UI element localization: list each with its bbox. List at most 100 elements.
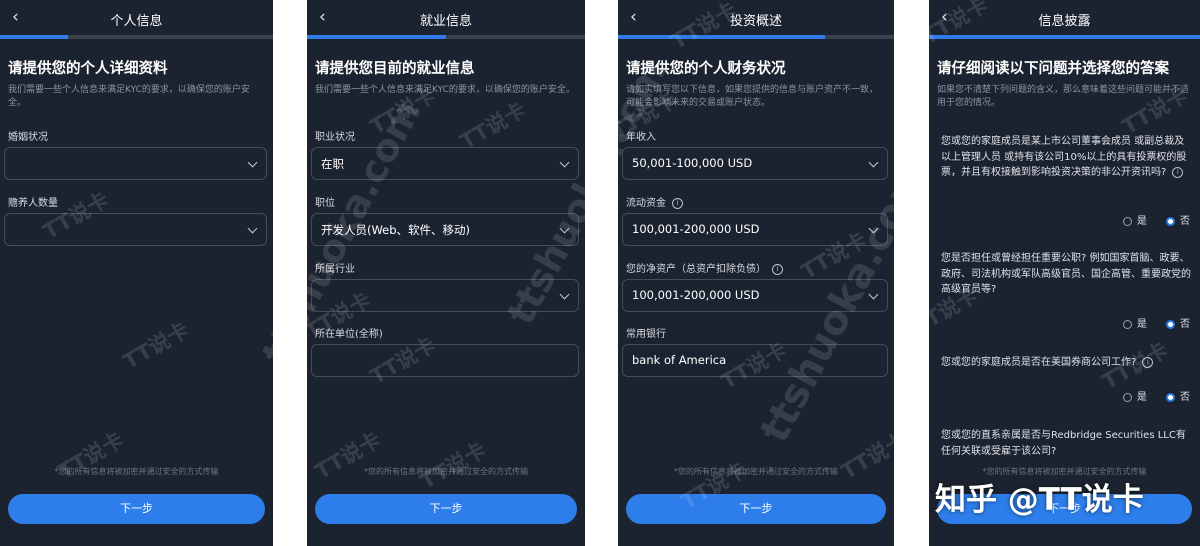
progress-fill	[0, 35, 69, 39]
page-title: 就业信息	[419, 14, 472, 29]
industry-select[interactable]	[311, 279, 579, 312]
radio-circle-selected	[1166, 216, 1175, 226]
page-title: 投资概述	[729, 14, 782, 29]
intro-text: 我们需要一些个人信息来满足KYC的要求，以确保您的账户安全。	[315, 85, 575, 95]
radio-circle-selected	[1166, 392, 1175, 402]
chevron-down-icon	[247, 157, 258, 168]
radio-yes[interactable]: 是	[1122, 392, 1147, 403]
screen-disclosure: ‹ 信息披露 请仔细阅读以下问题并选择您的答案 如果您不清楚下列问题的含义，那么…	[929, 0, 1200, 546]
progress-fill	[929, 35, 1200, 39]
screen-employment-info: ‹ 就业信息 请提供您目前的就业信息 我们需要一些个人信息来满足KYC的要求，以…	[307, 0, 585, 546]
nav-bar: ‹ 投资概述	[618, 0, 894, 36]
radio-no[interactable]: 否	[1166, 319, 1190, 330]
progress-fill	[307, 35, 446, 39]
bank-input[interactable]: bank of America	[622, 344, 888, 377]
select-value: 100,001-200,000 USD	[632, 222, 760, 236]
progress-fill	[618, 35, 825, 39]
nav-bar: ‹ 信息披露	[929, 0, 1200, 36]
next-button[interactable]: 下一步	[8, 494, 265, 524]
chevron-down-icon	[868, 223, 879, 234]
source-credit: 知乎 @TT说卡	[935, 482, 1144, 518]
intro-text: 请如实填写您以下信息，如果您提供的信息与账户资产不一致，可能会影响未来的交易或账…	[626, 85, 879, 108]
select-value: 100,001-200,000 USD	[632, 288, 760, 302]
chevron-down-icon	[559, 223, 570, 234]
radio-yes-label: 是	[1136, 392, 1147, 403]
radio-yes-label: 是	[1136, 319, 1147, 330]
liquid-assets-select[interactable]: 100,001-200,000 USD	[622, 213, 888, 246]
field-label: 所属行业	[315, 264, 355, 275]
section-heading: 请仔细阅读以下问题并选择您的答案	[937, 61, 1169, 77]
next-button[interactable]: 下一步	[315, 494, 577, 524]
question-text: 您或您的家庭成员是否在美国券商公司工作? i	[941, 355, 1192, 371]
employment-status-select[interactable]: 在职	[311, 147, 579, 180]
radio-yes[interactable]: 是	[1122, 216, 1147, 227]
radio-no-label: 否	[1180, 319, 1190, 330]
radio-yes-label: 是	[1136, 216, 1147, 227]
field-label-wrap: 您的净资产（总资产扣除负债） i	[626, 260, 783, 275]
progress-bar	[0, 35, 273, 39]
section-heading: 请提供您的个人详细资料	[8, 61, 168, 77]
field-label: 您的净资产（总资产扣除负债）	[626, 264, 766, 275]
field-label: 所在单位(全称)	[315, 329, 383, 340]
radio-yes[interactable]: 是	[1122, 319, 1147, 330]
field-label: 流动资金	[626, 198, 666, 209]
section-heading: 请提供您目前的就业信息	[315, 61, 475, 77]
field-label: 年收入	[626, 132, 656, 143]
select-value: 在职	[321, 157, 344, 171]
info-icon[interactable]: i	[1172, 166, 1184, 178]
security-note: *您的所有信息将被加密并通过安全的方式传输	[364, 467, 528, 476]
dependents-select[interactable]	[4, 213, 267, 246]
progress-bar	[618, 35, 894, 39]
info-icon[interactable]: i	[772, 263, 783, 275]
radio-no-label: 否	[1180, 216, 1190, 227]
field-label: 婚姻状况	[8, 132, 48, 143]
question-text: 您或您的直系亲属是否与Redbridge Securities LLC有任何关联…	[941, 430, 1186, 457]
answer-group: 是 否	[1122, 212, 1190, 227]
radio-no-label: 否	[1180, 392, 1190, 403]
question-body: 您或您的家庭成员是某上市公司董事会成员 或副总裁及以上管理人员 或持有该公司10…	[941, 136, 1187, 178]
net-worth-select[interactable]: 100,001-200,000 USD	[622, 279, 888, 312]
select-value: 50,001-100,000 USD	[632, 156, 753, 170]
field-label: 赡养人数量	[8, 198, 58, 209]
chevron-down-icon	[868, 157, 879, 168]
nav-bar: ‹ 个人信息	[0, 0, 273, 36]
watermark: TT说卡	[416, 437, 490, 495]
radio-no[interactable]: 否	[1166, 392, 1190, 403]
field-label-wrap: 流动资金 i	[626, 194, 683, 209]
page-title: 信息披露	[1038, 14, 1091, 29]
select-value: 开发人员(Web、软件、移动)	[321, 223, 471, 237]
position-select[interactable]: 开发人员(Web、软件、移动)	[311, 213, 579, 246]
chevron-down-icon	[559, 289, 570, 300]
intro-text: 我们需要一些个人信息来满足KYC的要求，以确保您的账户安全。	[8, 85, 250, 108]
field-label: 常用银行	[626, 329, 666, 340]
screen-personal-info: ‹ 个人信息 请提供您的个人详细资料 我们需要一些个人信息来满足KYC的要求，以…	[0, 0, 273, 546]
employer-input[interactable]	[311, 344, 579, 377]
field-label: 职业状况	[315, 132, 355, 143]
progress-bar	[307, 35, 585, 39]
nav-bar: ‹ 就业信息	[307, 0, 585, 36]
chevron-down-icon	[247, 223, 258, 234]
question-body: 您或您的家庭成员是否在美国券商公司工作?	[941, 357, 1137, 368]
chevron-down-icon	[868, 289, 879, 300]
marital-status-select[interactable]	[4, 147, 267, 180]
progress-bar	[929, 35, 1200, 39]
next-button[interactable]: 下一步	[626, 494, 886, 524]
radio-no[interactable]: 否	[1166, 216, 1190, 227]
section-heading: 请提供您的个人财务状况	[626, 61, 786, 77]
security-note: *您的所有信息将被加密并通过安全的方式传输	[54, 467, 219, 476]
radio-circle-selected	[1166, 319, 1175, 329]
radio-circle	[1122, 319, 1132, 329]
answer-group: 是 否	[1122, 315, 1190, 330]
chevron-down-icon	[559, 157, 570, 168]
screen-investment-overview: ‹ 投资概述 请提供您的个人财务状况 请如实填写您以下信息，如果您提供的信息与账…	[618, 0, 894, 546]
input-value: bank of America	[632, 353, 727, 367]
intro-text: 如果您不清楚下列问题的含义，那么意味着这些问题可能并不适用于您的情况。	[937, 85, 1190, 108]
annual-income-select[interactable]: 50,001-100,000 USD	[622, 147, 888, 180]
security-note: *您的所有信息将被加密并通过安全的方式传输	[674, 467, 838, 476]
question-text: 您或您的家庭成员是某上市公司董事会成员 或副总裁及以上管理人员 或持有该公司10…	[941, 134, 1192, 181]
info-icon[interactable]: i	[672, 197, 683, 209]
answer-group: 是 否	[1122, 388, 1190, 403]
radio-circle	[1122, 216, 1132, 226]
watermark: TT说卡	[119, 317, 193, 375]
info-icon[interactable]: i	[1142, 356, 1154, 368]
